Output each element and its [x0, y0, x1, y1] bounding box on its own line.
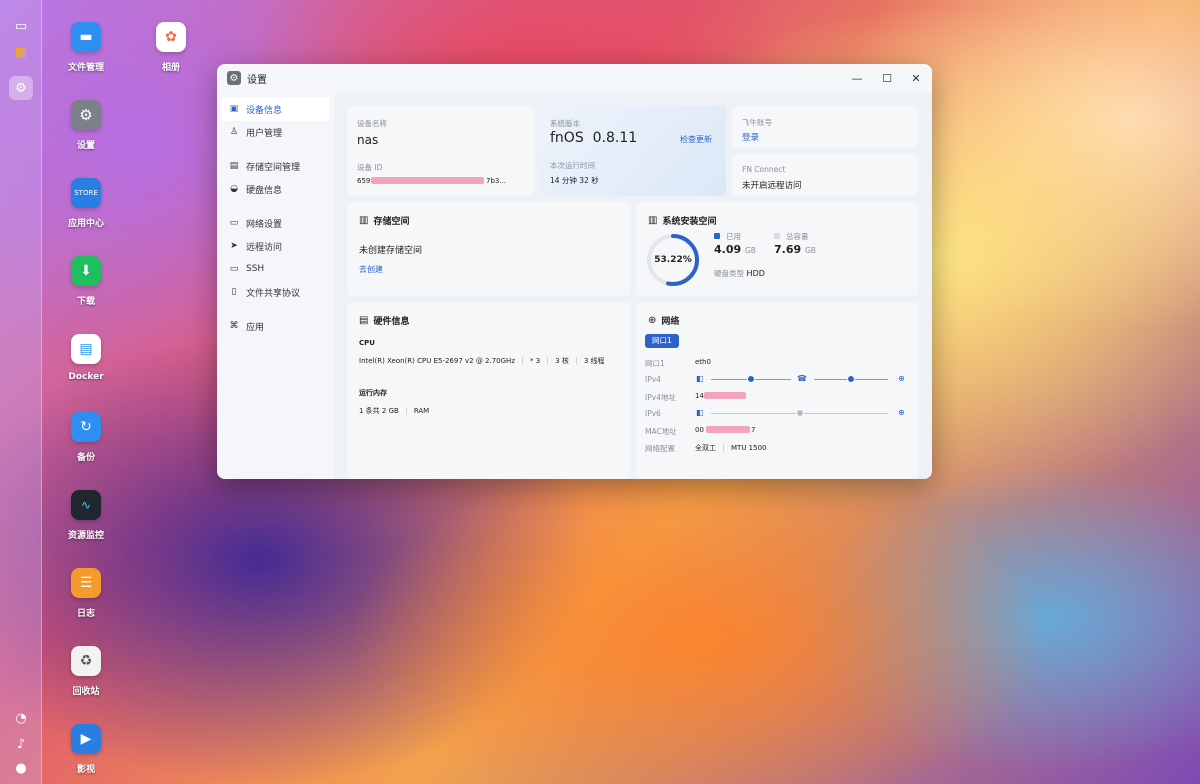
- desktop-resource-monitor[interactable]: ∿ 资源监控: [46, 490, 126, 541]
- desktop-logs[interactable]: ☰ 日志: [46, 568, 126, 619]
- left-dock: ▭ ▦ ⚙ ◔ ♪ ●: [0, 0, 42, 784]
- settings-window: ⚙ 设置 — ☐ ✕ ▣ 设备信息 ♙ 用户管理 ▤ 存储空间管理 ◒ 硬盘信息 ▭ 网络…: [217, 64, 932, 479]
- recycle-icon: ♻: [71, 646, 101, 676]
- close-icon[interactable]: ✕: [908, 70, 924, 86]
- desktop-docker[interactable]: ▤ Docker: [46, 334, 126, 382]
- sidebar-item-network[interactable]: ▭ 网络设置: [221, 211, 329, 235]
- minimize-icon[interactable]: —: [849, 70, 865, 86]
- ipv4-internet-dot: [847, 375, 855, 383]
- user-icon[interactable]: ●: [11, 758, 31, 778]
- network-config: 全双工 MTU 1500: [695, 444, 767, 452]
- sidebar-item-ssh[interactable]: ▭ SSH: [221, 257, 329, 281]
- os-name: fnOS 0.8.11: [550, 130, 638, 146]
- redacted-ipv4: [704, 392, 746, 399]
- desktop-photos[interactable]: ✿ 相册: [131, 22, 211, 73]
- backup-icon: ↻: [71, 412, 101, 442]
- sidebar-item-storage[interactable]: ▤ 存储空间管理: [221, 154, 329, 178]
- system-space-card: ▥ 系统安装空间 53.22% 已用 4.09 GB 总容量 7.69 GB 硬盘…: [636, 202, 918, 296]
- nic-ipv6-icon: ◧: [696, 408, 704, 417]
- settings-dock-icon[interactable]: ⚙: [9, 76, 33, 100]
- desktop-recycle-bin[interactable]: ♻ 回收站: [46, 646, 126, 697]
- maximize-icon[interactable]: ☐: [879, 70, 895, 86]
- settings-title-icon: ⚙: [227, 71, 241, 85]
- create-storage-link[interactable]: 去创建: [359, 264, 383, 275]
- disk-type: 硬盘类型 HDD: [714, 269, 765, 278]
- log-icon: ☰: [71, 568, 101, 598]
- uptime-value: 14 分钟 32 秒: [550, 176, 599, 185]
- sidebar-item-file-sharing[interactable]: ▯ 文件共享协议: [221, 280, 329, 304]
- settings-sidebar: ▣ 设备信息 ♙ 用户管理 ▤ 存储空间管理 ◒ 硬盘信息 ▭ 网络设置 ➤ 远程访问 ▭ S…: [217, 92, 334, 479]
- docker-icon: ▤: [71, 334, 101, 364]
- ipv6-link-dot: [796, 409, 804, 417]
- settings-content: 设备名称 nas 设备 ID 659 7b3... 系统版本 fnOS 0.8.…: [334, 92, 932, 479]
- store-icon: STORE: [71, 178, 101, 208]
- sidebar-item-apps[interactable]: ⌘ 应用: [221, 314, 329, 338]
- nic-icon: ◧: [696, 374, 704, 383]
- used-value: 4.09 GB: [714, 243, 756, 256]
- apps-icon: ⌘: [229, 321, 239, 331]
- photos-icon: ✿: [156, 22, 186, 52]
- login-link[interactable]: 登录: [742, 131, 759, 143]
- timer-icon[interactable]: ◔: [11, 708, 31, 728]
- terminal-icon: ▭: [229, 264, 239, 274]
- desktop-backup[interactable]: ↻ 备份: [46, 412, 126, 463]
- desktop-video[interactable]: ▶ 影视: [46, 724, 126, 775]
- system-version-card: 系统版本 fnOS 0.8.11 检查更新 本次运行时间 14 分钟 32 秒: [540, 106, 726, 196]
- desktop-file-manager[interactable]: ▬ 文件管理: [46, 22, 126, 73]
- device-card: 设备名称 nas 设备 ID 659 7b3...: [347, 106, 534, 196]
- bell-icon[interactable]: ♪: [11, 734, 31, 754]
- gear-icon: ⚙: [71, 100, 101, 130]
- used-legend-swatch: [714, 233, 720, 239]
- memory-info: 1 条共 2 GB RAM: [359, 407, 430, 415]
- usage-percent: 53.22%: [654, 255, 692, 265]
- desktop-download[interactable]: ⬇ 下载: [46, 256, 126, 307]
- user-manage-icon: ♙: [229, 127, 239, 137]
- window-titlebar[interactable]: ⚙ 设置: [217, 64, 932, 92]
- internet-globe-icon: ⊕: [898, 374, 905, 383]
- window-title: 设置: [247, 74, 267, 86]
- check-update-link[interactable]: 检查更新: [680, 134, 712, 145]
- fn-connect-status: 未开启远程访问: [742, 181, 802, 191]
- redacted-mac: [706, 426, 750, 433]
- monitor-chart-icon: ∿: [71, 490, 101, 520]
- cpu-info: Intel(R) Xeon(R) CPU E5-2697 v2 @ 2.70GH…: [359, 357, 605, 365]
- device-name: nas: [357, 133, 379, 147]
- storage-card-icon: ▥: [359, 215, 369, 226]
- device-info-icon: ▣: [229, 104, 239, 114]
- network-card: ⊕ 网络 网口1 网口1 eth0 IPv4 ◧ ☎ ⊕ IPv4地址 14 IP…: [636, 302, 918, 479]
- download-icon: ⬇: [71, 256, 101, 286]
- total-value: 7.69 GB: [774, 243, 816, 256]
- desktop-settings[interactable]: ⚙ 设置: [46, 100, 126, 151]
- desktop-app-center[interactable]: STORE 应用中心: [46, 178, 126, 229]
- document-icon: ▯: [231, 287, 237, 297]
- sidebar-item-disk[interactable]: ◒ 硬盘信息: [221, 177, 329, 201]
- sidebar-item-device-info[interactable]: ▣ 设备信息: [221, 97, 329, 121]
- storage-status: 未创建存储空间: [359, 246, 423, 256]
- video-icon: ▶: [71, 724, 101, 754]
- sidebar-item-users[interactable]: ♙ 用户管理: [221, 120, 329, 144]
- redacted-device-id: [371, 177, 484, 184]
- internet-globe-ipv6-icon: ⊕: [898, 408, 905, 417]
- system-space-icon: ▥: [648, 215, 658, 226]
- network-icon: ▭: [229, 218, 239, 228]
- monitor-icon[interactable]: ▭: [11, 16, 31, 36]
- send-icon: ➤: [230, 241, 238, 251]
- account-card: 飞牛账号 登录: [732, 106, 918, 148]
- storage-icon: ▤: [229, 161, 239, 171]
- sidebar-item-remote[interactable]: ➤ 远程访问: [221, 234, 329, 258]
- router-icon: ☎: [797, 374, 807, 383]
- disk-icon: ◒: [230, 184, 238, 194]
- hardware-icon: ▤: [359, 315, 369, 326]
- hardware-card: ▤ 硬件信息 CPU Intel(R) Xeon(R) CPU E5-2697 v…: [347, 302, 630, 479]
- globe-icon: ⊕: [648, 315, 657, 326]
- storage-card: ▥ 存储空间 未创建存储空间 去创建: [347, 202, 630, 296]
- total-legend-swatch: [774, 233, 780, 239]
- fn-connect-card: FN Connect 未开启远程访问: [732, 154, 918, 196]
- ipv4-link-dot: [747, 375, 755, 383]
- apps-grid-icon[interactable]: ▦: [11, 42, 31, 62]
- tab-port1[interactable]: 网口1: [645, 334, 679, 348]
- folder-icon: ▬: [71, 22, 101, 52]
